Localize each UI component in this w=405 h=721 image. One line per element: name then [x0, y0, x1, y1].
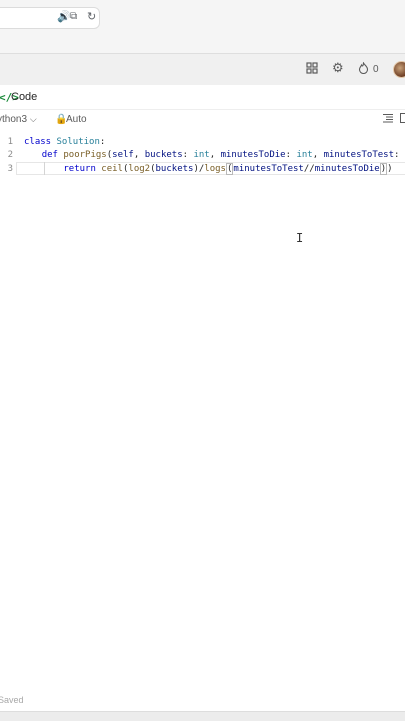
line-number: 3 [0, 163, 13, 175]
code-token: : [183, 150, 194, 160]
flame-icon[interactable] [358, 62, 369, 77]
code-token: , [313, 150, 324, 160]
code-panel-header [0, 87, 405, 110]
speaker-icon[interactable]: 🔊 [57, 11, 71, 23]
param-minutesToTest: minutesToTest [324, 150, 394, 160]
layout-grid-icon[interactable] [306, 62, 318, 77]
app-toolbar [0, 54, 405, 85]
chevron-down-icon: ⌵ [30, 114, 37, 124]
language-label: ython3 [0, 114, 27, 125]
keyword-class: class [24, 137, 51, 147]
text-cursor-icon: I [296, 231, 303, 245]
code-token: , [210, 150, 221, 160]
code-line-3[interactable]: return ceil(log2(buckets)/logs(minutesTo… [20, 163, 393, 175]
function-name: poorPigs [63, 150, 106, 160]
var-minutesToDie: minutesToDie [315, 164, 380, 174]
keyword-return: return [63, 164, 96, 174]
code-token: : [100, 137, 105, 147]
code-token: )/ [193, 164, 204, 174]
language-select[interactable]: ython3 ⌵ [0, 114, 37, 125]
code-token: : [286, 150, 297, 160]
var-buckets: buckets [156, 164, 194, 174]
indent [20, 150, 42, 160]
code-token: // [304, 164, 315, 174]
indent [20, 164, 63, 174]
keyword-def: def [42, 150, 58, 160]
code-line-2[interactable]: def poorPigs(self, buckets: int, minutes… [20, 149, 405, 161]
saved-status: Saved [0, 695, 24, 705]
address-bar[interactable] [0, 7, 100, 29]
function-logs: logs [204, 164, 226, 174]
reload-icon[interactable]: ↻ [87, 11, 96, 23]
type-int: int [193, 150, 209, 160]
auto-mode-label[interactable]: Auto [66, 114, 87, 125]
tab-code[interactable]: Code [11, 91, 37, 103]
param-self: self [112, 150, 134, 160]
var-minutesToTest: minutesToTest [233, 164, 303, 174]
settings-gear-icon[interactable]: ⚙ [332, 61, 344, 75]
streak-count: 0 [373, 63, 379, 77]
code-token: : [394, 150, 405, 160]
param-minutesToDie: minutesToDie [221, 150, 286, 160]
avatar[interactable] [393, 61, 405, 78]
translate-icon[interactable]: ⧉ [70, 11, 77, 23]
code-token: , [134, 150, 145, 160]
line-number: 1 [0, 136, 13, 148]
class-name: Solution [57, 137, 100, 147]
function-log2: log2 [128, 164, 150, 174]
expand-panel-icon[interactable] [400, 113, 405, 126]
code-token: ) [387, 164, 392, 174]
format-code-icon[interactable] [383, 113, 393, 126]
function-ceil: ceil [101, 164, 123, 174]
line-number: 2 [0, 149, 13, 161]
type-int: int [296, 150, 312, 160]
param-buckets: buckets [145, 150, 183, 160]
code-line-1[interactable]: class Solution: [24, 136, 105, 148]
